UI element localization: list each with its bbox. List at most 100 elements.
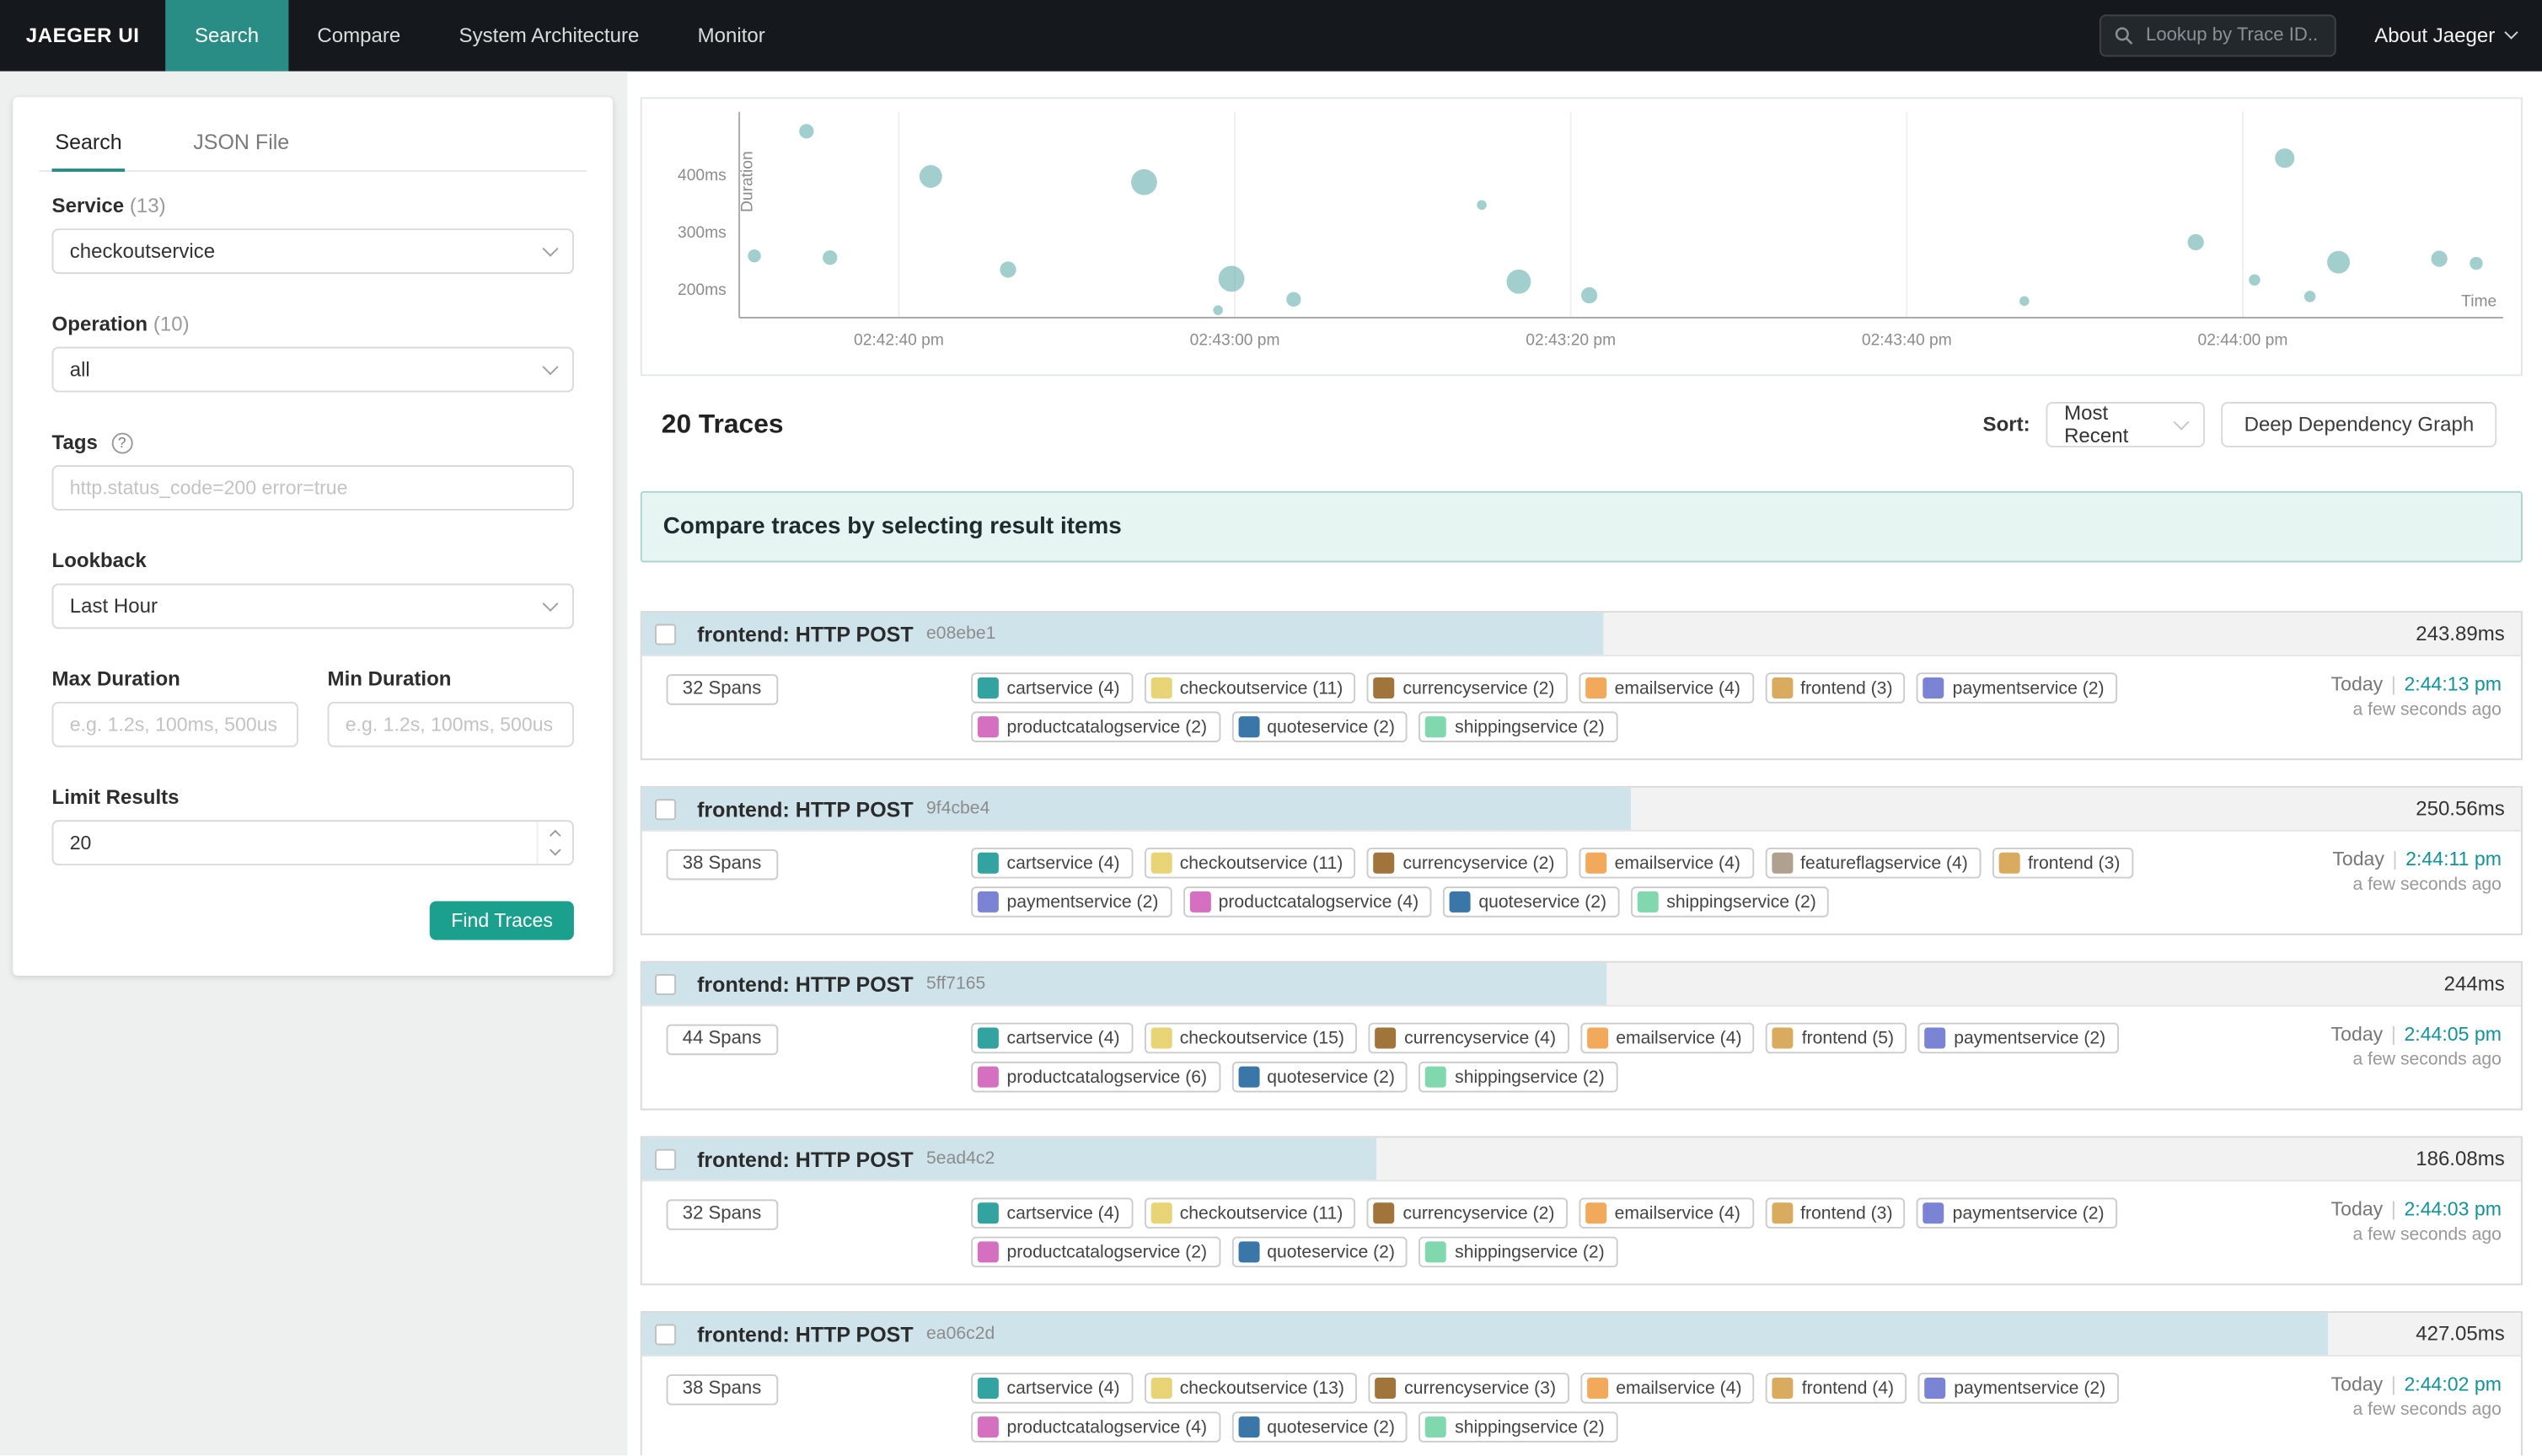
service-tag-checkoutservice: checkoutservice (15) [1144,1023,1357,1054]
scatter-point[interactable] [823,250,837,265]
service-tag-shippingservice: shippingservice (2) [1419,1062,1617,1093]
scatter-point[interactable] [2327,251,2350,274]
trace-result-item[interactable]: frontend: HTTP POSTea06c2d427.05ms38 Spa… [641,1311,2523,1455]
tags-input[interactable] [52,465,574,511]
lookback-select[interactable]: Last Hour [52,583,574,629]
sort-label: Sort: [1983,413,2030,436]
service-tag-currencyservice: currencyservice (4) [1369,1023,1569,1054]
trace-time-link[interactable]: 2:44:03 pm [2404,1197,2502,1220]
time-separator: | [2391,672,2396,695]
service-tag-quoteservice: quoteservice (2) [1231,1411,1408,1443]
service-tag-cartservice: cartservice (4) [971,1197,1133,1228]
service-tag-productcatalogservice: productcatalogservice (2) [971,1237,1220,1268]
trace-relative-time: a few seconds ago [2268,1400,2502,1420]
trace-time-link[interactable]: 2:44:13 pm [2404,672,2502,695]
service-tag-checkoutservice: checkoutservice (11) [1144,1197,1355,1228]
scatter-point[interactable] [1000,261,1016,277]
service-color-swatch [978,716,999,737]
deep-dependency-graph-button[interactable]: Deep Dependency Graph [2222,402,2497,447]
service-label: Service (13) [52,195,574,217]
stepper-down-icon[interactable] [550,844,561,856]
stepper-up-icon[interactable] [550,830,561,842]
max-duration-label: Max Duration [52,667,298,690]
service-tag-checkoutservice: checkoutservice (13) [1144,1373,1357,1404]
help-icon[interactable]: ? [111,432,132,453]
service-select[interactable]: checkoutservice [52,228,574,274]
trace-duration: 186.08ms [2416,1148,2505,1170]
nav-item-system-architecture[interactable]: System Architecture [430,0,668,72]
operation-label: Operation (10) [52,313,574,335]
scatter-point[interactable] [2432,250,2448,266]
trace-select-checkbox[interactable] [655,973,676,994]
trace-id: 5ff7165 [926,974,985,993]
service-tag-productcatalogservice: productcatalogservice (2) [971,711,1220,742]
trace-time-link[interactable]: 2:44:02 pm [2404,1373,2502,1395]
service-color-swatch [978,1067,999,1088]
trace-duration: 244ms [2444,972,2505,995]
min-duration-label: Min Duration [328,667,574,690]
trace-time-link[interactable]: 2:44:05 pm [2404,1023,2502,1046]
service-tag-list: cartservice (4)checkoutservice (15)curre… [971,1023,2268,1093]
service-color-swatch [1150,1378,1172,1399]
scatter-point[interactable] [1286,292,1300,307]
x-tick-label: 02:44:00 pm [2198,332,2288,350]
about-jaeger-menu[interactable]: About Jaeger [2374,24,2516,47]
service-tag-shippingservice: shippingservice (2) [1419,711,1617,742]
trace-date: Today [2331,1023,2384,1046]
scatter-point[interactable] [1581,287,1597,303]
trace-select-checkbox[interactable] [655,798,676,819]
x-tick-label: 02:43:40 pm [1862,332,1952,350]
trace-result-item[interactable]: frontend: HTTP POST5ff7165244ms44 Spansc… [641,961,2523,1111]
find-traces-button[interactable]: Find Traces [430,901,574,939]
scatter-point[interactable] [2304,291,2315,302]
trace-time-link[interactable]: 2:44:11 pm [2405,848,2502,870]
app-brand[interactable]: JAEGER UI [0,0,165,72]
scatter-point[interactable] [1131,169,1157,195]
scatter-point[interactable] [1477,201,1487,211]
number-stepper[interactable] [537,822,572,864]
sort-select[interactable]: Most Recent [2046,402,2206,447]
scatter-point[interactable] [1219,265,1245,292]
scatter-point[interactable] [2188,234,2204,250]
trace-lookup-input[interactable] [2142,24,2321,47]
service-tag-list: cartservice (4)checkoutservice (13)curre… [971,1373,2268,1443]
scatter-point[interactable] [2470,257,2482,270]
scatter-point[interactable] [2019,297,2030,307]
operation-select[interactable]: all [52,347,574,393]
nav-item-monitor[interactable]: Monitor [668,0,794,72]
trace-relative-time: a few seconds ago [2268,875,2502,895]
y-tick-label: 200ms [678,281,727,299]
trace-result-item[interactable]: frontend: HTTP POST5ead4c2186.08ms32 Spa… [641,1136,2523,1285]
trace-select-checkbox[interactable] [655,1324,676,1345]
trace-result-item[interactable]: frontend: HTTP POST9f4cbe4250.56ms38 Spa… [641,786,2523,935]
scatter-point[interactable] [2275,148,2294,168]
trace-result-item[interactable]: frontend: HTTP POSTe08ebe1243.89ms32 Spa… [641,611,2523,760]
trace-select-checkbox[interactable] [655,1148,676,1170]
time-separator: | [2393,848,2398,870]
scatter-point[interactable] [1506,270,1531,294]
service-tag-productcatalogservice: productcatalogservice (6) [971,1062,1220,1093]
duration-filter-row: Max Duration Min Duration [52,667,574,747]
scatter-point[interactable] [748,249,760,262]
tab-json-file[interactable]: JSON File [190,120,292,172]
trace-body: 44 Spanscartservice (4)checkoutservice (… [642,1006,2521,1108]
scatter-point[interactable] [1213,305,1223,315]
service-tag-paymentservice: paymentservice (2) [1918,1373,2119,1404]
navbar-right: About Jaeger [2099,0,2542,72]
service-color-swatch [1587,1378,1608,1399]
service-tag-featureflagservice: featureflagservice (4) [1765,848,1981,879]
nav-item-search[interactable]: Search [165,0,287,72]
service-color-swatch [1374,853,1395,874]
min-duration-input[interactable] [328,702,574,747]
operation-count: (10) [153,313,190,335]
scatter-point[interactable] [920,165,942,188]
scatter-point[interactable] [2249,274,2260,285]
max-duration-input[interactable] [52,702,298,747]
trace-title: frontend: HTTP POST [697,1322,914,1346]
scatter-point[interactable] [799,124,813,138]
trace-date: Today [2331,672,2384,695]
trace-select-checkbox[interactable] [655,624,676,645]
tab-search[interactable]: Search [52,120,126,172]
nav-item-compare[interactable]: Compare [288,0,430,72]
limit-results-input[interactable] [52,820,574,865]
